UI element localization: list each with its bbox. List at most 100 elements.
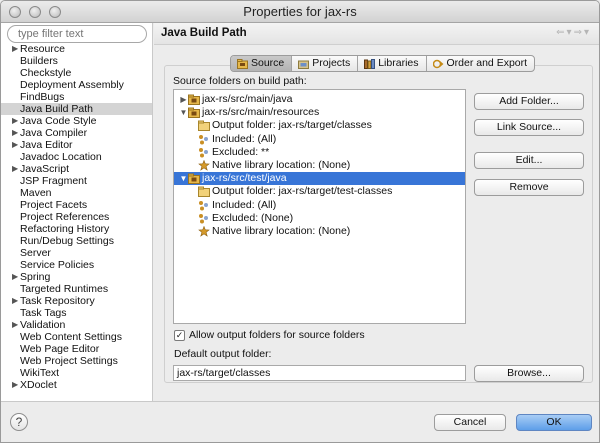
collapse-arrow-icon[interactable]: ▼ bbox=[179, 172, 188, 185]
tab-source[interactable]: Source bbox=[231, 56, 293, 71]
sidebar-item[interactable]: Checkstyle bbox=[1, 67, 152, 79]
back-arrow-icon[interactable]: ⇐ bbox=[556, 27, 566, 38]
sidebar-item[interactable]: Project Facets bbox=[1, 199, 152, 211]
sidebar-item[interactable]: ▶ Validation bbox=[1, 319, 152, 331]
sidebar-item[interactable]: Task Tags bbox=[1, 307, 152, 319]
link-source-button[interactable]: Link Source... bbox=[474, 119, 584, 136]
source-folder-row[interactable]: ▼ jax-rs/src/main/resources bbox=[174, 106, 465, 119]
default-output-folder-field[interactable]: jax-rs/target/classes bbox=[173, 365, 466, 381]
ok-button[interactable]: OK bbox=[516, 414, 592, 431]
sidebar-item[interactable]: ▶ Resource bbox=[1, 43, 152, 55]
sidebar-item[interactable]: Web Project Settings bbox=[1, 355, 152, 367]
source-folder-tree[interactable]: ▶ jax-rs/src/main/java ▼ jax-rs/src/main/re… bbox=[173, 89, 466, 324]
dialog-footer bbox=[1, 401, 599, 442]
dropdown-arrow-icon[interactable]: ▾ bbox=[567, 27, 574, 38]
remove-button[interactable]: Remove bbox=[474, 179, 584, 196]
history-nav[interactable]: ⇐▾⇒▾ bbox=[556, 27, 591, 38]
sidebar-item-label: FindBugs bbox=[20, 91, 65, 103]
filter-icon bbox=[199, 147, 208, 158]
sidebar-item[interactable]: Maven bbox=[1, 187, 152, 199]
sidebar-item-label: Spring bbox=[20, 271, 51, 283]
filter-input[interactable] bbox=[7, 25, 147, 43]
help-icon[interactable]: ? bbox=[10, 413, 28, 431]
source-attribute-row[interactable]: Excluded: (None) bbox=[174, 212, 465, 225]
source-folder-row[interactable]: ▼ jax-rs/src/test/java bbox=[174, 172, 465, 186]
allow-output-folders-checkbox[interactable]: ✓ bbox=[174, 329, 185, 341]
tab-projects[interactable]: Projects bbox=[292, 56, 359, 71]
sidebar-item[interactable]: ▶ JavaScript bbox=[1, 163, 152, 175]
expand-arrow-icon[interactable]: ▶ bbox=[12, 115, 18, 127]
tab-order-and-export[interactable]: Order and Export bbox=[427, 56, 535, 71]
sidebar-item[interactable]: ▶ Spring bbox=[1, 271, 152, 283]
window-title: Properties for jax-rs bbox=[243, 4, 357, 19]
sidebar-item[interactable]: Deployment Assembly bbox=[1, 79, 152, 91]
forward-arrow-icon[interactable]: ⇒ bbox=[574, 27, 584, 38]
expand-arrow-icon[interactable]: ▶ bbox=[12, 43, 18, 55]
sidebar-item[interactable]: ▶ XDoclet bbox=[1, 379, 152, 391]
sidebar-item[interactable]: Builders bbox=[1, 55, 152, 67]
expand-arrow-icon[interactable]: ▶ bbox=[12, 319, 18, 331]
sidebar-item[interactable]: Web Page Editor bbox=[1, 343, 152, 355]
sidebar-item[interactable]: ▶ Task Repository bbox=[1, 295, 152, 307]
sidebar-item[interactable]: Project References bbox=[1, 211, 152, 223]
sidebar-item[interactable]: Run/Debug Settings bbox=[1, 235, 152, 247]
expand-arrow-icon[interactable]: ▶ bbox=[12, 127, 18, 139]
sidebar-item-label: Web Page Editor bbox=[20, 343, 100, 355]
zoom-window-button[interactable] bbox=[49, 6, 61, 18]
source-folder-row[interactable]: ▶ jax-rs/src/main/java bbox=[174, 93, 465, 106]
cancel-button[interactable]: Cancel bbox=[434, 414, 506, 431]
collapse-arrow-icon[interactable]: ▼ bbox=[179, 106, 188, 119]
sidebar-item[interactable]: Java Build Path bbox=[1, 103, 152, 115]
sidebar-item[interactable]: Refactoring History bbox=[1, 223, 152, 235]
panel-header: Java Build Path ⇐▾⇒▾ bbox=[154, 23, 599, 45]
source-attribute-row[interactable]: Native library location: (None) bbox=[174, 225, 465, 238]
source-attribute-row[interactable]: Output folder: jax-rs/target/test-classe… bbox=[174, 185, 465, 198]
tree-item-label: jax-rs/src/test/java bbox=[202, 172, 287, 185]
source-icon bbox=[237, 58, 248, 69]
filter-icon bbox=[199, 200, 208, 211]
source-attribute-row[interactable]: Included: (All) bbox=[174, 199, 465, 212]
sidebar-item[interactable]: Server bbox=[1, 247, 152, 259]
sidebar-item[interactable]: ▶ Java Code Style bbox=[1, 115, 152, 127]
sidebar-item-label: Checkstyle bbox=[20, 67, 72, 79]
title-bar: Properties for jax-rs bbox=[1, 1, 599, 23]
minimize-window-button[interactable] bbox=[29, 6, 41, 18]
sidebar-item-label: Web Project Settings bbox=[20, 355, 118, 367]
tree-item-label: Native library location: (None) bbox=[212, 225, 351, 237]
allow-output-folders-option[interactable]: ✓ Allow output folders for source folder… bbox=[174, 329, 365, 341]
sidebar-item[interactable]: Service Policies bbox=[1, 259, 152, 271]
sidebar-item-label: Java Build Path bbox=[20, 103, 93, 115]
dropdown-arrow-icon[interactable]: ▾ bbox=[584, 27, 591, 38]
expand-arrow-icon[interactable]: ▶ bbox=[12, 379, 18, 391]
sidebar-item[interactable]: WikiText bbox=[1, 367, 152, 379]
expand-arrow-icon[interactable]: ▶ bbox=[12, 295, 18, 307]
expand-arrow-icon[interactable]: ▶ bbox=[179, 93, 188, 106]
sidebar-item-label: Server bbox=[20, 247, 51, 259]
close-window-button[interactable] bbox=[9, 6, 21, 18]
page-title: Java Build Path bbox=[161, 27, 247, 39]
source-attribute-row[interactable]: Native library location: (None) bbox=[174, 159, 465, 172]
sidebar-item[interactable]: FindBugs bbox=[1, 91, 152, 103]
add-folder-button[interactable]: Add Folder... bbox=[474, 93, 584, 110]
sidebar-item[interactable]: ▶ Java Editor bbox=[1, 139, 152, 151]
tab-bar: Source Projects Libraries Order and Expo… bbox=[230, 55, 536, 72]
sidebar-item[interactable]: Javadoc Location bbox=[1, 151, 152, 163]
sidebar-item[interactable]: Web Content Settings bbox=[1, 331, 152, 343]
edit-button[interactable]: Edit... bbox=[474, 152, 584, 169]
browse-button[interactable]: Browse... bbox=[474, 365, 584, 382]
expand-arrow-icon[interactable]: ▶ bbox=[12, 163, 18, 175]
tree-item-label: jax-rs/src/main/resources bbox=[202, 106, 320, 119]
expand-arrow-icon[interactable]: ▶ bbox=[12, 139, 18, 151]
tree-item-label: Included: (All) bbox=[212, 132, 277, 145]
expand-arrow-icon[interactable]: ▶ bbox=[12, 271, 18, 283]
sidebar-item[interactable]: Targeted Runtimes bbox=[1, 283, 152, 295]
source-attribute-row[interactable]: Excluded: ** bbox=[174, 146, 465, 159]
sidebar-item-label: Project References bbox=[20, 211, 110, 223]
source-attribute-row[interactable]: Included: (All) bbox=[174, 133, 465, 146]
tree-item-label: jax-rs/src/main/java bbox=[202, 93, 293, 105]
package-folder-icon bbox=[188, 94, 200, 105]
sidebar-item[interactable]: JSP Fragment bbox=[1, 175, 152, 187]
sidebar-item[interactable]: ▶ Java Compiler bbox=[1, 127, 152, 139]
source-attribute-row[interactable]: Output folder: jax-rs/target/classes bbox=[174, 119, 465, 132]
tab-libraries[interactable]: Libraries bbox=[358, 56, 427, 71]
